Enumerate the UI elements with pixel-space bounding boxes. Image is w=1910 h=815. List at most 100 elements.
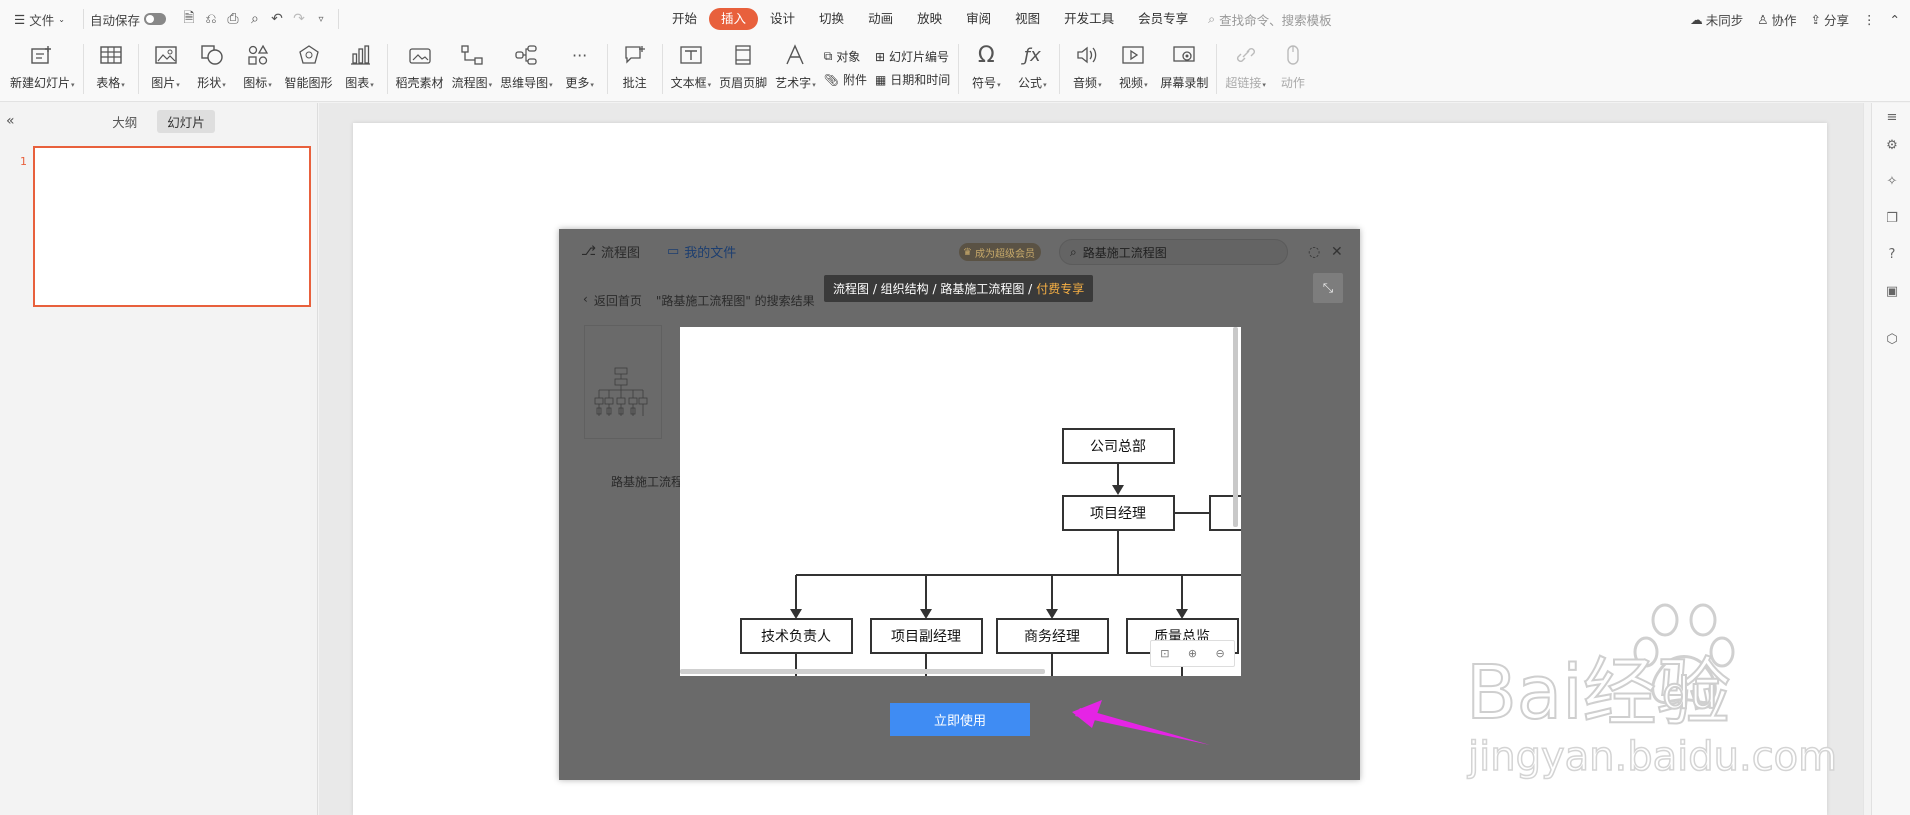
save-icon[interactable]: 🗎 <box>178 8 200 30</box>
print-preview-icon[interactable]: ⌕ <box>244 8 266 30</box>
tab-view[interactable]: 视图 <box>1003 8 1052 30</box>
template-preview[interactable]: 公司总部 项目经理 技术负责人 项目副经理 商务经理 质量总监 ⊡ ⊕ ⊖ <box>680 327 1241 676</box>
tab-animation[interactable]: 动画 <box>856 8 905 30</box>
panel-menu-icon[interactable]: ≡ <box>1884 109 1900 125</box>
fit-to-screen-icon[interactable]: ⊡ <box>1160 647 1169 660</box>
preview-horizontal-scrollbar[interactable] <box>680 669 1045 674</box>
formula-label: 公式 <box>1018 76 1043 90</box>
mindmap-button[interactable]: 思维导图▾ <box>500 38 553 98</box>
more-label: 更多 <box>565 76 590 90</box>
table-label: 表格 <box>96 76 121 90</box>
hyperlink-label: 超链接 <box>1225 76 1262 90</box>
assets-label: 稻壳素材 <box>395 76 444 90</box>
audio-button[interactable]: 音频▾ <box>1068 38 1106 98</box>
tab-insert[interactable]: 插入 <box>709 8 759 30</box>
picture-button[interactable]: 图片▾ <box>147 38 185 98</box>
date-time-button[interactable]: ▦ 日期和时间 <box>875 71 950 88</box>
table-button[interactable]: 表格▾ <box>92 38 130 98</box>
vip-badge[interactable]: ♛ 成为超级会员 <box>959 243 1041 261</box>
header-footer-icon <box>730 42 756 68</box>
action-button[interactable]: 动作 <box>1274 38 1312 98</box>
symbol-button[interactable]: Ω 符号▾ <box>967 38 1005 98</box>
customize-toolbar-icon[interactable]: ▿ <box>310 8 332 30</box>
paid-badge: 付费专享 <box>1036 282 1085 296</box>
new-slide-button[interactable]: 新建幻灯片▾ <box>10 38 75 98</box>
comment-button[interactable]: 批注 <box>616 38 654 98</box>
assets-button[interactable]: 稻壳素材 <box>396 38 444 98</box>
collapse-ribbon-icon[interactable]: ⌃ <box>1890 12 1900 27</box>
icon-button[interactable]: 图标▾ <box>239 38 277 98</box>
date-time-label: 日期和时间 <box>890 73 951 87</box>
print-icon[interactable]: ⎙ <box>222 8 244 30</box>
back-to-home[interactable]: ‹ 返回首页 "路基施工流程图" 的搜索结果 <box>583 292 815 309</box>
pin-icon[interactable]: ✧ <box>1884 173 1900 189</box>
archive-icon[interactable]: ▣ <box>1884 283 1900 299</box>
org-child-label: 项目副经理 <box>891 629 961 645</box>
object-icon: ⧉ <box>823 49 833 63</box>
tab-slideshow[interactable]: 放映 <box>905 8 954 30</box>
formula-button[interactable]: ƒx 公式▾ <box>1013 38 1051 98</box>
zoom-out-icon[interactable]: ⊖ <box>1216 647 1225 660</box>
right-tool-panel: ≡ ⚙︎ ✧ ❐ ? ▣ ⬡ <box>1871 103 1910 815</box>
redo-icon[interactable]: ↷ <box>288 8 310 30</box>
slide-thumbnail[interactable] <box>33 146 311 307</box>
file-menu[interactable]: ☰ 文件 ⌄ <box>14 10 65 29</box>
flowchart-button[interactable]: 流程图▾ <box>452 38 492 98</box>
tab-design[interactable]: 设计 <box>758 8 807 30</box>
audio-label: 音频 <box>1073 76 1098 90</box>
template-card-label: 路基施工流程 <box>611 475 684 489</box>
tab-my-files[interactable]: ▭ 我的文件 <box>667 242 736 261</box>
more-button[interactable]: ··· 更多▾ <box>561 38 599 98</box>
undo-icon[interactable]: ↶ <box>266 8 288 30</box>
feedback-icon[interactable]: ◌ <box>1308 244 1320 260</box>
tab-outline[interactable]: 大纲 <box>102 110 147 133</box>
object-button[interactable]: ⧉ 对象 <box>824 48 867 65</box>
comment-icon <box>622 42 648 68</box>
wps-presentation-window: ☰ 文件 ⌄ 自动保存 🗎 ⎌ ⎙ ⌕ ↶ ↷ ▿ 开始 插入 设计 切换 动画… <box>0 0 1910 815</box>
tab-member[interactable]: 会员专享 <box>1126 8 1200 30</box>
tab-home[interactable]: 开始 <box>660 8 709 30</box>
hyperlink-button[interactable]: 超链接▾ <box>1225 38 1266 98</box>
template-card[interactable] <box>584 325 662 439</box>
header-footer-button[interactable]: 页眉页脚 <box>719 38 767 98</box>
sync-button[interactable]: ☁ 未同步 <box>1690 10 1743 29</box>
video-button[interactable]: 视频▾ <box>1114 38 1152 98</box>
help-icon[interactable]: ? <box>1884 246 1900 262</box>
tab-review[interactable]: 审阅 <box>954 8 1003 30</box>
textbox-button[interactable]: 文本框▾ <box>671 38 711 98</box>
smart-graphic-button[interactable]: 智能图形 <box>285 38 333 98</box>
vertical-scrollbar[interactable] <box>1863 103 1871 815</box>
attachment-button[interactable]: 📎︎ 附件 <box>824 71 867 88</box>
zoom-in-icon[interactable]: ⊕ <box>1188 647 1197 660</box>
chart-button[interactable]: 图表▾ <box>341 38 379 98</box>
slide-number-button[interactable]: ⊞ 幻灯片编号 <box>875 48 950 65</box>
tab-slides[interactable]: 幻灯片 <box>157 109 215 133</box>
collapse-panel-icon[interactable]: « <box>6 113 15 129</box>
copy-icon[interactable]: ❐ <box>1884 210 1900 226</box>
template-search-input[interactable]: ⌕ 路基施工流程图 <box>1059 239 1288 265</box>
picture-icon <box>153 42 179 68</box>
autosave-toggle[interactable]: 自动保存 <box>90 10 166 29</box>
screen-record-icon <box>1171 42 1197 68</box>
cube-icon[interactable]: ⬡ <box>1884 331 1900 347</box>
settings-sliders-icon[interactable]: ⚙︎ <box>1884 137 1900 153</box>
shape-button[interactable]: 形状▾ <box>193 38 231 98</box>
paperclip-icon: 📎︎ <box>823 72 839 87</box>
more-options-icon[interactable]: ⋮ <box>1863 12 1876 27</box>
share-button[interactable]: ⇪ 分享 <box>1811 10 1850 29</box>
screen-record-button[interactable]: 屏幕录制 <box>1160 38 1208 98</box>
close-icon[interactable]: ✕ <box>1331 244 1343 260</box>
use-now-button[interactable]: 立即使用 <box>890 703 1030 736</box>
tab-developer[interactable]: 开发工具 <box>1052 8 1126 30</box>
wordart-button[interactable]: 艺术字▾ <box>775 38 816 98</box>
template-thumbnail <box>594 367 648 416</box>
tab-flowchart[interactable]: ⎇ 流程图 <box>581 242 640 261</box>
collab-button[interactable]: ♙ 协作 <box>1757 10 1796 29</box>
exit-fullscreen-icon[interactable]: ⤡ <box>1313 273 1343 303</box>
preview-vertical-scrollbar[interactable] <box>1233 327 1238 527</box>
divider <box>1216 44 1218 94</box>
tab-transition[interactable]: 切换 <box>807 8 856 30</box>
command-search[interactable]: ⌕ 查找命令、搜索模板 <box>1208 10 1332 29</box>
action-label: 动作 <box>1280 76 1305 90</box>
format-painter-icon[interactable]: ⎌ <box>200 8 222 30</box>
